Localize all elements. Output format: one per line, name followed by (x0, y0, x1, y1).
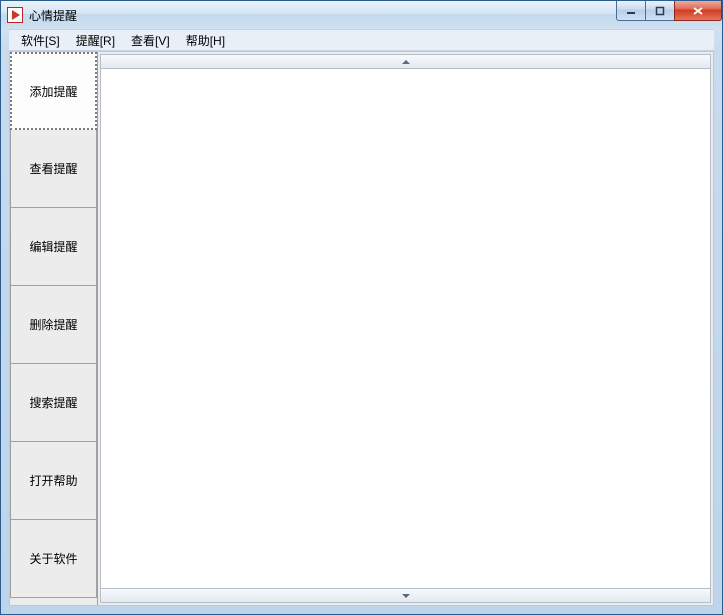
close-button[interactable] (674, 1, 722, 21)
sidebar-item-add-reminder[interactable]: 添加提醒 (10, 52, 97, 130)
sidebar-item-view-reminder[interactable]: 查看提醒 (10, 130, 97, 208)
menu-software[interactable]: 软件[S] (13, 30, 68, 51)
sidebar-item-label: 添加提醒 (29, 83, 77, 100)
titlebar[interactable]: 心情提醒 (1, 1, 722, 29)
sidebar-item-label: 查看提醒 (29, 160, 77, 177)
sidebar-item-label: 打开帮助 (29, 472, 77, 489)
minimize-icon (626, 6, 636, 16)
content-pane (98, 52, 713, 605)
sidebar-item-about[interactable]: 关于软件 (10, 520, 97, 598)
scroll-down-button[interactable] (100, 589, 711, 603)
sidebar-item-delete-reminder[interactable]: 删除提醒 (10, 286, 97, 364)
client-area: 添加提醒 查看提醒 编辑提醒 删除提醒 搜索提醒 打开帮助 关于软件 (9, 51, 714, 606)
menu-reminder[interactable]: 提醒[R] (68, 30, 123, 51)
menubar: 软件[S] 提醒[R] 查看[V] 帮助[H] (9, 29, 714, 51)
maximize-icon (655, 6, 665, 16)
menu-help[interactable]: 帮助[H] (178, 30, 233, 51)
scroll-up-button[interactable] (100, 54, 711, 68)
menu-view[interactable]: 查看[V] (123, 30, 178, 51)
minimize-button[interactable] (616, 1, 646, 21)
window-title: 心情提醒 (29, 7, 616, 24)
chevron-up-icon (402, 60, 410, 64)
maximize-button[interactable] (645, 1, 675, 21)
sidebar-item-label: 编辑提醒 (29, 238, 77, 255)
sidebar-item-open-help[interactable]: 打开帮助 (10, 442, 97, 520)
content-area[interactable] (100, 68, 711, 589)
window-controls (616, 1, 722, 29)
sidebar: 添加提醒 查看提醒 编辑提醒 删除提醒 搜索提醒 打开帮助 关于软件 (10, 52, 98, 605)
app-icon (7, 7, 23, 23)
chevron-down-icon (402, 594, 410, 598)
sidebar-item-edit-reminder[interactable]: 编辑提醒 (10, 208, 97, 286)
sidebar-item-label: 删除提醒 (29, 316, 77, 333)
close-icon (692, 6, 704, 16)
sidebar-item-label: 搜索提醒 (29, 394, 77, 411)
sidebar-item-search-reminder[interactable]: 搜索提醒 (10, 364, 97, 442)
app-window: 心情提醒 软件[S] 提醒[R] 查看[V] 帮助[H] 添加提醒 (0, 0, 723, 615)
sidebar-item-label: 关于软件 (29, 550, 77, 567)
